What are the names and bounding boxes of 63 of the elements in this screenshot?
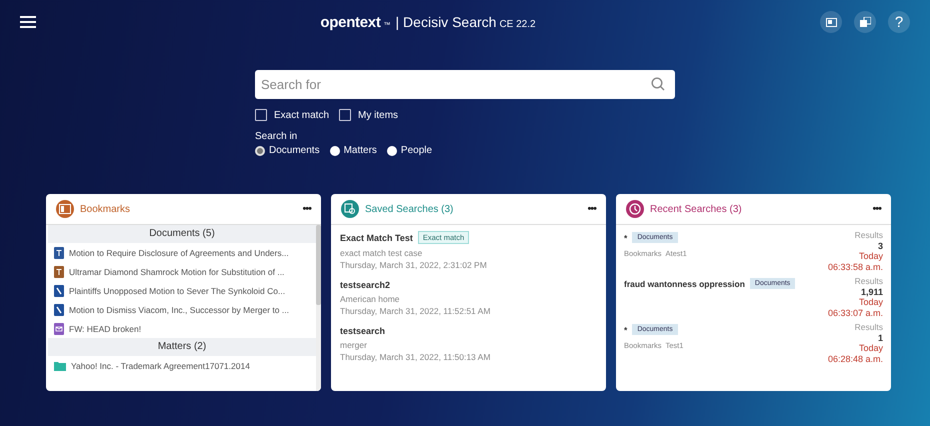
search-day: Today — [858, 343, 883, 354]
search-query[interactable]: * — [624, 232, 628, 242]
bookmark-item[interactable]: Yahoo! Inc. - Trademark Agreement17071.2014 — [48, 356, 316, 375]
bookmark-item[interactable]: Motion to Require Disclosure of Agreements and Unders... — [48, 243, 316, 262]
bookmark-item[interactable]: Ultramar Diamond Shamrock Motion for Substitution of ... — [48, 262, 316, 281]
search-day: Today — [858, 297, 883, 308]
saved-search-name[interactable]: testsearch2 — [340, 280, 390, 290]
more-button[interactable]: ••• — [302, 203, 311, 215]
bookmark-item[interactable]: Motion to Dismiss Viacom, Inc., Successor by Merger to ... — [48, 300, 316, 319]
results-label: Results — [854, 276, 883, 286]
card-title: Bookmarks — [80, 204, 132, 214]
search-icon[interactable] — [651, 77, 665, 91]
search-query: American home — [340, 293, 401, 305]
radio-button[interactable] — [330, 146, 340, 156]
folder-icon — [54, 360, 66, 370]
search-time: 06:33:07 a.m. — [828, 308, 883, 318]
document-icon — [54, 246, 64, 258]
radio-label: People — [400, 145, 432, 156]
brand-logo: opentext — [320, 14, 381, 30]
group-header: Matters (2) — [48, 338, 316, 356]
help-button[interactable]: ? — [888, 11, 910, 33]
radio-label: Documents — [269, 145, 320, 156]
search-date: Thursday, March 31, 2022, 11:52:51 AM — [340, 305, 492, 317]
results-count: 1 — [878, 332, 883, 343]
document-icon — [54, 304, 64, 316]
version-label: CE 22.2 — [499, 18, 536, 30]
checkbox-label: Exact match — [274, 110, 330, 120]
card-title: Saved Searches (3) — [365, 204, 454, 214]
app-title: | Decisiv Search — [396, 14, 496, 30]
saved-search-name[interactable]: testsearch — [340, 326, 386, 336]
mail-icon — [54, 322, 64, 334]
menu-icon[interactable] — [20, 16, 36, 28]
search-date: Thursday, March 31, 2022, 2:31:02 PM — [340, 259, 488, 271]
scrollbar[interactable] — [316, 225, 321, 391]
results-count: 3 — [878, 240, 883, 251]
checkbox[interactable] — [255, 109, 267, 121]
group-header: Documents (5) — [48, 225, 316, 243]
radio-button[interactable] — [386, 146, 397, 156]
results-label: Results — [854, 230, 883, 240]
radio-button[interactable] — [255, 146, 265, 156]
search-time: 06:33:58 a.m. — [828, 262, 883, 272]
results-label: Results — [854, 322, 883, 332]
more-button[interactable]: ••• — [872, 203, 881, 215]
results-count: 1,911 — [860, 286, 883, 297]
bookmark-item[interactable]: Plaintiffs Unopposed Motion to Sever The Synkoloid Co... — [48, 281, 316, 300]
search-query: exact match test case — [340, 247, 424, 259]
more-button[interactable]: ••• — [587, 203, 596, 215]
search-field[interactable]: Search for — [255, 70, 675, 99]
search-in-label: Search in — [255, 131, 298, 142]
saved-search-name[interactable]: Exact Match Test — [340, 232, 413, 242]
document-icon — [54, 266, 64, 278]
search-day: Today — [858, 251, 883, 262]
document-icon — [54, 284, 64, 296]
search-time: 06:28:48 a.m. — [828, 354, 883, 364]
checkbox[interactable] — [339, 109, 352, 121]
checkbox-label: My items — [358, 110, 398, 120]
bookmark-item[interactable]: FW: HEAD broken! — [48, 319, 316, 338]
search-query[interactable]: fraud wantonness oppression — [624, 278, 745, 288]
radio-label: Matters — [344, 145, 377, 156]
search-query[interactable]: * — [624, 324, 628, 334]
card-title: Recent Searches (3) — [650, 204, 743, 214]
search-date: Thursday, March 31, 2022, 11:50:13 AM — [340, 351, 492, 363]
search-query: merger — [340, 339, 368, 351]
